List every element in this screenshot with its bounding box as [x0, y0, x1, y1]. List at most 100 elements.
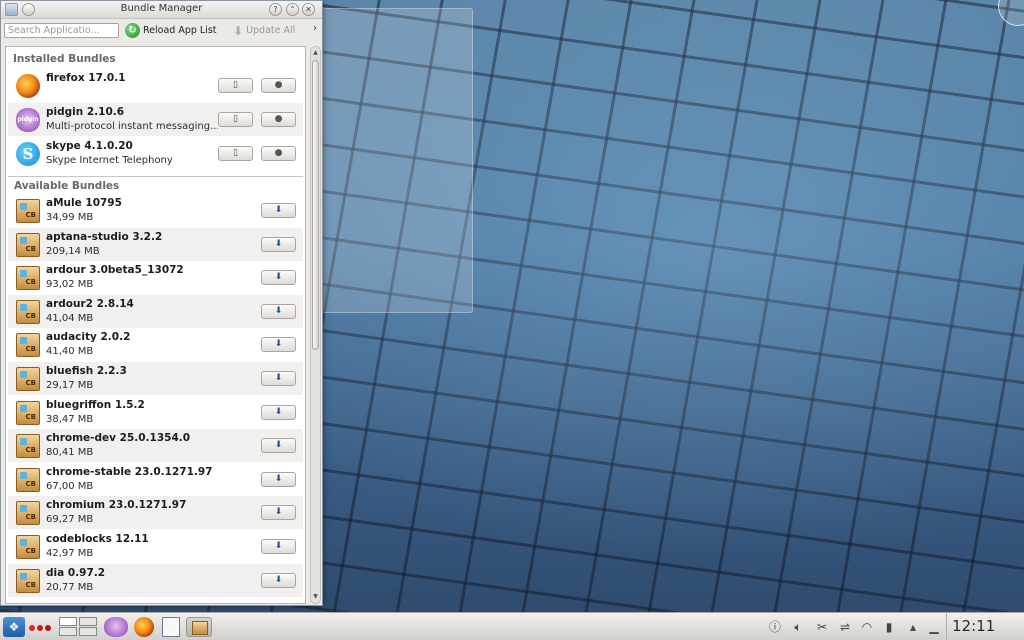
- pidgin-task-icon[interactable]: [104, 617, 128, 637]
- clock[interactable]: 12:11: [952, 617, 995, 635]
- installed-row-pidgin[interactable]: pidgin pidgin 2.10.6 Multi-protocol inst…: [8, 103, 303, 136]
- bundle-size: 20,77 MB: [46, 581, 94, 593]
- bundle-manager-task-icon[interactable]: [186, 617, 212, 637]
- help-button[interactable]: ?: [269, 3, 282, 16]
- bundle-name: firefox 17.0.1: [46, 72, 126, 84]
- available-bundle-row[interactable]: CB bluegriffon 1.5.2 38,47 MB ⬇: [8, 396, 303, 429]
- available-bundle-row[interactable]: CB chromium 23.0.1271.97 69,27 MB ⬇: [8, 496, 303, 530]
- bundle-name: aptana-studio 3.2.2: [46, 230, 163, 243]
- uninstall-button[interactable]: ▯: [218, 112, 253, 127]
- launch-button[interactable]: ●: [261, 112, 296, 127]
- installed-row-firefox[interactable]: firefox 17.0.1 ▯ ●: [8, 69, 303, 102]
- skype-icon: S: [16, 142, 40, 166]
- download-arrow-icon: ⬇: [233, 23, 244, 38]
- bundle-name: chrome-stable 23.0.1271.97: [46, 465, 213, 478]
- firefox-task-icon[interactable]: [134, 617, 154, 637]
- reload-icon: ↻: [125, 23, 140, 38]
- install-button[interactable]: ⬇: [261, 371, 296, 386]
- bundle-package-icon: CB: [16, 266, 40, 291]
- bundle-size: 41,04 MB: [46, 312, 94, 324]
- scroll-up-arrow-icon[interactable]: ▲: [311, 48, 320, 58]
- application-launcher-icon[interactable]: ❖: [3, 617, 25, 637]
- available-bundle-row[interactable]: CB ardour2 2.8.14 41,04 MB ⬇: [8, 294, 303, 328]
- uninstall-button[interactable]: ▯: [218, 78, 253, 93]
- available-bundle-row[interactable]: CB ardour 3.0beta5_13072 93,02 MB ⬇: [8, 261, 303, 294]
- volume-icon[interactable]: 🔈︎: [790, 619, 806, 635]
- bundle-size: 41,40 MB: [46, 346, 94, 358]
- bundle-name: pidgin 2.10.6: [46, 106, 125, 118]
- activities-icon[interactable]: [29, 617, 55, 637]
- bundle-package-icon: CB: [16, 400, 40, 425]
- minimize-button[interactable]: ⌃: [286, 3, 299, 16]
- install-button[interactable]: ⬇: [261, 438, 296, 454]
- bundle-name: codeblocks 12.11: [46, 533, 149, 545]
- scrollbar[interactable]: ▲ ▼: [310, 46, 321, 604]
- bundle-size: 93,02 MB: [46, 279, 94, 291]
- install-button[interactable]: ⬇: [261, 337, 296, 353]
- install-button[interactable]: ⬇: [261, 236, 296, 252]
- pidgin-icon: pidgin: [16, 108, 40, 132]
- bundle-manager-window: Bundle Manager ? ⌃ ✕ ↻ Reload App List ⬇…: [0, 0, 323, 606]
- available-bundle-row[interactable]: CB audacity 2.0.2 41,40 MB ⬇: [8, 328, 303, 361]
- toolbar-extension-icon[interactable]: ›: [313, 23, 317, 34]
- wifi-icon[interactable]: ◠: [859, 619, 875, 635]
- close-button[interactable]: ✕: [302, 3, 315, 16]
- taskbar: ❖ ⓘ 🔈︎ ✂ ⇌ ◠ ▮ ▴ ▁ 12:11: [0, 612, 1024, 640]
- firefox-icon: [16, 74, 40, 98]
- bundle-package-icon: CB: [16, 367, 40, 391]
- bundle-package-icon: CB: [16, 434, 40, 459]
- bundle-package-icon: CB: [16, 535, 40, 559]
- available-bundle-row[interactable]: CB chrome-dev 25.0.1354.0 80,41 MB ⬇: [8, 429, 303, 463]
- clipboard-scissors-icon[interactable]: ✂: [814, 619, 830, 635]
- launch-button[interactable]: ●: [261, 78, 296, 93]
- bundle-size: 34,99 MB: [46, 212, 94, 223]
- install-button[interactable]: ⬇: [261, 404, 296, 420]
- update-all-button[interactable]: ⬇ Update All: [233, 22, 295, 39]
- bundle-package-icon: CB: [16, 299, 40, 324]
- available-bundles-header: Available Bundles: [8, 176, 303, 194]
- installed-row-skype[interactable]: S skype 4.1.0.20 Skype Internet Telephon…: [8, 137, 303, 170]
- available-bundle-row[interactable]: CB aptana-studio 3.2.2 209,14 MB ⬇: [8, 227, 303, 261]
- search-input[interactable]: [4, 23, 119, 38]
- document-task-icon[interactable]: [162, 617, 180, 637]
- info-icon[interactable]: ⓘ: [767, 619, 783, 635]
- uninstall-button[interactable]: ▯: [218, 146, 253, 161]
- bundle-size: 29,17 MB: [46, 380, 94, 391]
- bundle-name: aMule 10795: [46, 197, 122, 209]
- install-button[interactable]: ⬇: [261, 572, 296, 588]
- available-bundle-row[interactable]: CB chrome-stable 23.0.1271.97 67,00 MB ⬇: [8, 463, 303, 496]
- tray-expand-arrow-icon[interactable]: ▴: [905, 619, 921, 635]
- desktop-widget-area: [322, 8, 473, 313]
- system-monitor-icon[interactable]: ▁: [926, 619, 942, 635]
- bundle-name: skype 4.1.0.20: [46, 140, 133, 152]
- bundle-name: audacity 2.0.2: [46, 331, 131, 344]
- usb-icon[interactable]: ⇌: [837, 619, 853, 635]
- available-bundle-row[interactable]: CB aMule 10795 34,99 MB ⬇: [8, 194, 303, 227]
- scroll-thumb[interactable]: [312, 60, 319, 350]
- install-button[interactable]: ⬇: [261, 505, 296, 521]
- bundle-size: 67,00 MB: [46, 480, 94, 492]
- bundle-description: Skype Internet Telephony: [46, 155, 173, 166]
- launch-button[interactable]: ●: [261, 146, 296, 161]
- install-button[interactable]: ⬇: [261, 539, 296, 554]
- bundle-size: 38,47 MB: [46, 413, 94, 425]
- install-button[interactable]: ⬇: [261, 203, 296, 218]
- available-bundle-row[interactable]: CB bluefish 2.2.3 29,17 MB ⬇: [8, 362, 303, 395]
- reload-label: Reload App List: [143, 25, 217, 36]
- bundle-name: chrome-dev 25.0.1354.0: [46, 432, 191, 445]
- bundle-size: 80,41 MB: [46, 447, 94, 459]
- install-button[interactable]: ⬇: [261, 471, 296, 487]
- bundle-name: bluegriffon 1.5.2: [46, 398, 145, 411]
- install-button[interactable]: ⬇: [261, 270, 296, 286]
- bundle-package-icon: CB: [16, 467, 40, 492]
- scroll-down-arrow-icon[interactable]: ▼: [311, 592, 320, 602]
- available-bundle-row[interactable]: CB codeblocks 12.11 42,97 MB ⬇: [8, 530, 303, 563]
- title-bar[interactable]: Bundle Manager ? ⌃ ✕: [1, 1, 322, 19]
- bundle-name: chromium 23.0.1271.97: [46, 499, 187, 512]
- available-bundle-row[interactable]: CB dia 0.97.2 20,77 MB ⬇: [8, 563, 303, 597]
- desktop-pager[interactable]: [59, 617, 99, 637]
- battery-icon[interactable]: ▮: [881, 619, 897, 635]
- reload-app-list-button[interactable]: ↻ Reload App List: [125, 22, 217, 39]
- install-button[interactable]: ⬇: [261, 303, 296, 319]
- bundle-name: dia 0.97.2: [46, 566, 106, 579]
